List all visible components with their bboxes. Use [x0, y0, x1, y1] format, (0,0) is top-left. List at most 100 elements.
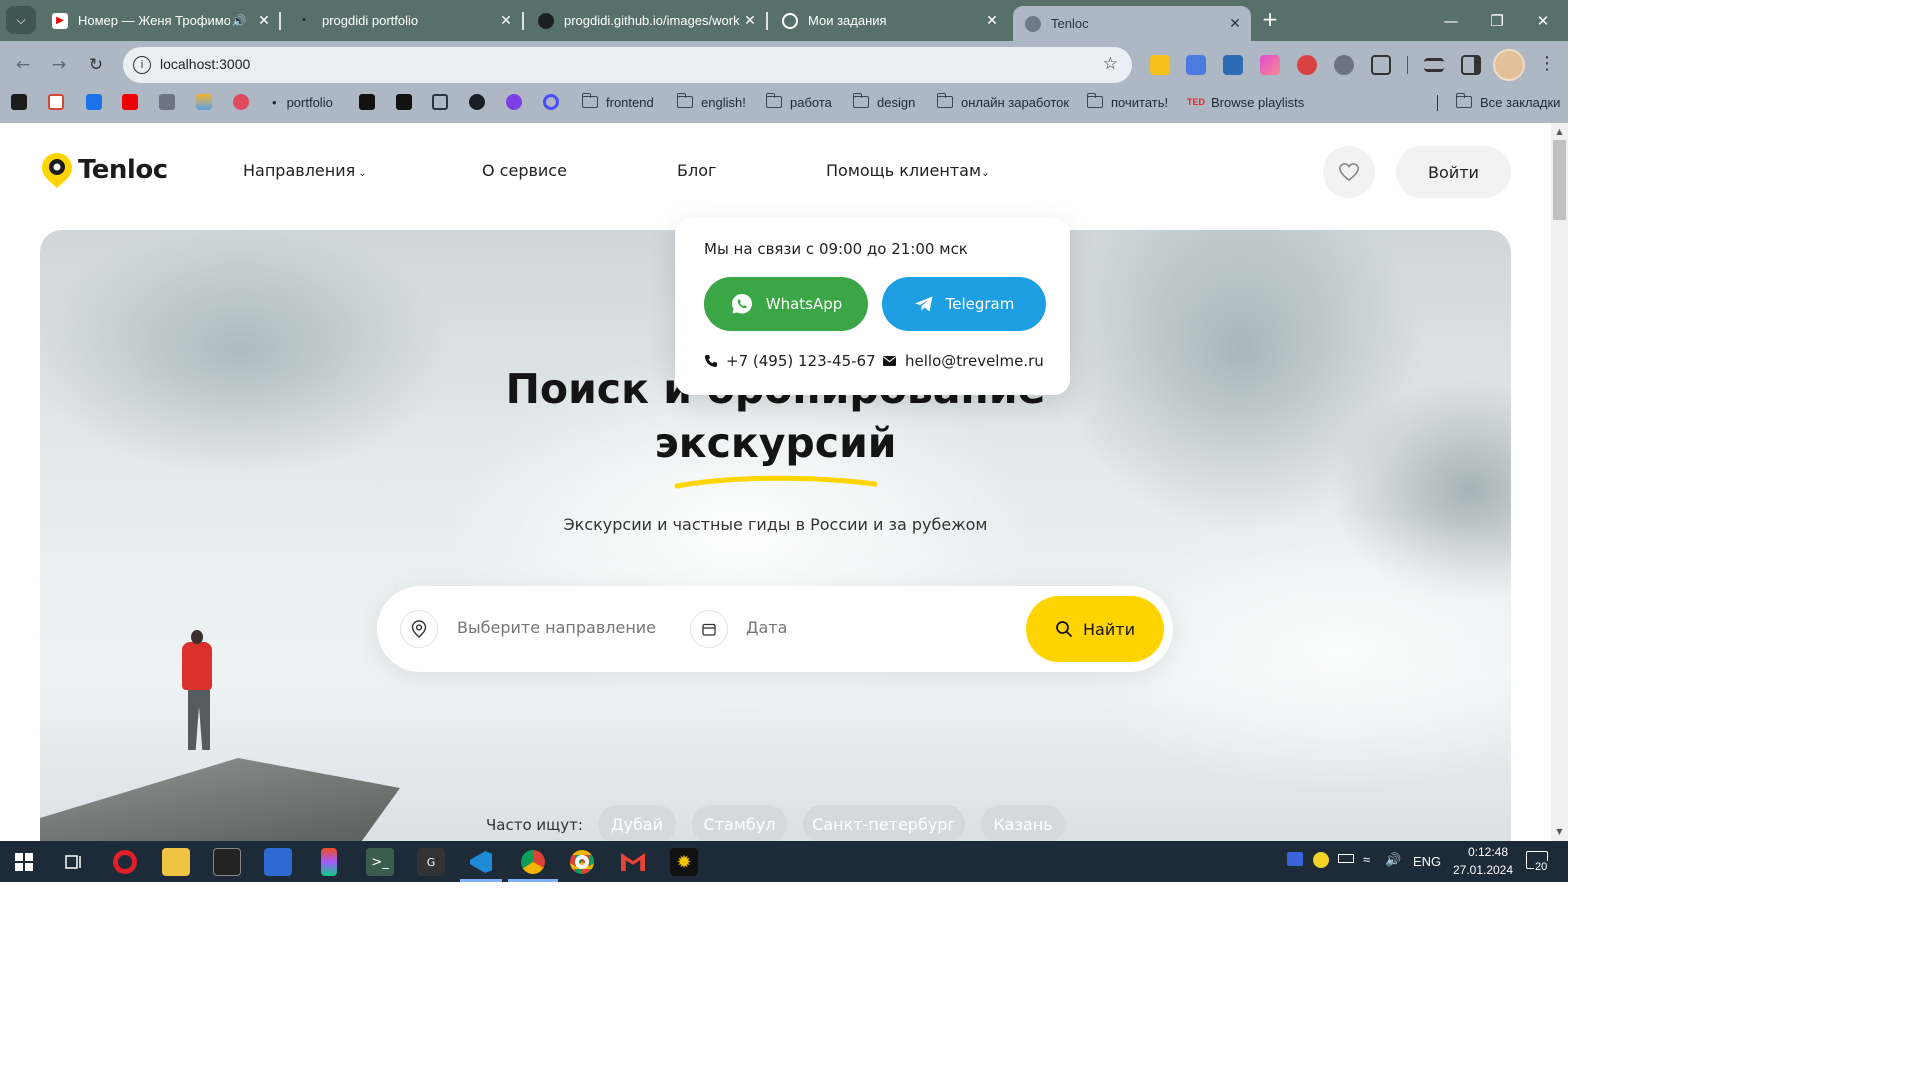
opera-icon[interactable]: [111, 848, 139, 876]
url-text[interactable]: localhost:3000: [160, 56, 250, 72]
bookmark-folder-english[interactable]: english!: [676, 93, 746, 110]
chrome-icon[interactable]: [568, 848, 596, 876]
favorites-button[interactable]: [1323, 146, 1375, 198]
nav-help[interactable]: Помощь клиентам⌄: [826, 161, 989, 180]
volume-icon[interactable]: 🔊: [1385, 852, 1401, 868]
color-extension-icon[interactable]: [1260, 55, 1280, 75]
bookmark-ted-playlists[interactable]: TED Browse playlists: [1187, 94, 1304, 110]
gear-extension-icon[interactable]: [1334, 55, 1354, 75]
close-icon[interactable]: ✕: [496, 13, 516, 29]
popular-chip[interactable]: Дубай: [598, 805, 676, 841]
side-panel-icon[interactable]: [1461, 55, 1481, 75]
gmail-icon[interactable]: [48, 94, 64, 110]
language-indicator[interactable]: ENG: [1413, 854, 1441, 869]
close-icon[interactable]: ✕: [254, 13, 274, 29]
g-app-icon[interactable]: G: [417, 848, 445, 876]
screen-extension-icon[interactable]: [1223, 55, 1243, 75]
stack-icon[interactable]: [196, 94, 212, 110]
window-close-button[interactable]: ✕: [1520, 0, 1566, 41]
minimize-button[interactable]: —: [1428, 0, 1474, 41]
telegram-button[interactable]: Telegram: [882, 277, 1046, 331]
close-icon[interactable]: ✕: [1225, 16, 1245, 32]
scrollbar-thumb[interactable]: [1553, 140, 1566, 220]
nav-about[interactable]: О сервисе: [482, 161, 567, 180]
more-menu-icon[interactable]: ⋮: [1538, 53, 1556, 74]
r-icon[interactable]: [359, 94, 375, 110]
browser-tab[interactable]: Мои задания ✕: [770, 0, 1008, 41]
wifi-icon[interactable]: ≈: [1363, 852, 1370, 867]
popular-chip[interactable]: Стамбул: [692, 805, 787, 841]
scroll-down-arrow[interactable]: ▼: [1551, 825, 1568, 839]
browser-tab[interactable]: • progdidi portfolio ✕: [284, 0, 522, 41]
bookmark-star-icon[interactable]: ☆: [1103, 54, 1118, 74]
gmail-icon[interactable]: [619, 848, 647, 876]
browser-tab[interactable]: ▶ Номер — Женя Трофимов 🔊 ✕: [40, 0, 280, 41]
tab-search-button[interactable]: ⌵: [6, 6, 36, 34]
find-button[interactable]: Найти: [1026, 596, 1164, 662]
chrome-profile-icon[interactable]: [519, 848, 547, 876]
file-explorer-icon[interactable]: [162, 848, 190, 876]
reload-button[interactable]: ↻: [85, 54, 107, 76]
extension-icon[interactable]: [1150, 55, 1170, 75]
s-extension-icon[interactable]: [1297, 55, 1317, 75]
translate-extension-icon[interactable]: [1186, 55, 1206, 75]
new-tab-button[interactable]: +: [1258, 8, 1282, 32]
close-icon[interactable]: ✕: [982, 13, 1002, 29]
address-bar[interactable]: i localhost:3000 ☆: [123, 47, 1132, 83]
code-icon[interactable]: [432, 94, 448, 110]
windows-start-icon[interactable]: [10, 848, 38, 876]
search-circle-icon[interactable]: [543, 94, 559, 110]
tray-app-icon[interactable]: [1287, 852, 1303, 866]
phone-contact[interactable]: +7 (495) 123-45-67: [704, 352, 876, 370]
calendar-icon[interactable]: [86, 94, 102, 110]
browser-tab-active[interactable]: Tenloc ✕: [1013, 6, 1251, 41]
page-scrollbar[interactable]: ▲ ▼: [1551, 123, 1568, 841]
calculator-icon[interactable]: [264, 848, 292, 876]
bookmark-folder-design[interactable]: design: [852, 93, 915, 110]
u-icon[interactable]: [506, 94, 522, 110]
github-icon[interactable]: [469, 94, 485, 110]
tool-icon[interactable]: [159, 94, 175, 110]
console-icon[interactable]: >_: [366, 848, 394, 876]
email-contact[interactable]: hello@trevelme.ru: [883, 352, 1044, 370]
site-info-icon[interactable]: i: [133, 56, 151, 74]
direction-input[interactable]: [457, 618, 667, 637]
bookmark-folder-earnings[interactable]: онлайн заработок: [936, 93, 1069, 110]
media-queue-icon[interactable]: [1424, 58, 1444, 72]
back-button[interactable]: ←: [12, 54, 34, 76]
popular-chip[interactable]: Казань: [981, 805, 1065, 841]
restore-button[interactable]: ❐: [1474, 0, 1520, 41]
bookmark-folder-work[interactable]: работа: [765, 93, 832, 110]
figma-icon[interactable]: [321, 848, 337, 876]
speaker-icon[interactable]: 🔊: [230, 14, 248, 28]
close-icon[interactable]: ✕: [740, 13, 760, 29]
profile-avatar[interactable]: [1493, 49, 1525, 81]
nav-directions[interactable]: Направления ⌄: [243, 161, 367, 180]
site-logo[interactable]: Tenloc: [40, 151, 168, 189]
date-input[interactable]: [746, 618, 946, 637]
task-view-icon[interactable]: [60, 848, 88, 876]
scroll-up-arrow[interactable]: ▲: [1551, 125, 1568, 139]
starburst-app-icon[interactable]: ✹: [670, 848, 698, 876]
tray-plus-icon[interactable]: [1313, 852, 1329, 868]
bookmark-folder-frontend[interactable]: frontend: [581, 93, 654, 110]
codewars-icon[interactable]: [396, 94, 412, 110]
clock[interactable]: 0:12:48 27.01.2024: [1453, 845, 1517, 877]
browser-tab[interactable]: progdidi.github.io/images/work ✕: [526, 0, 766, 41]
youtube-icon[interactable]: [122, 94, 138, 110]
terminal-icon[interactable]: [213, 848, 241, 876]
notifications-button[interactable]: 20: [1526, 851, 1549, 873]
vscode-icon[interactable]: [467, 848, 495, 876]
all-bookmarks[interactable]: Все закладки: [1455, 93, 1560, 110]
forward-button[interactable]: →: [48, 54, 70, 76]
login-button[interactable]: Войти: [1396, 146, 1511, 198]
bookmark-play-icon[interactable]: [11, 94, 27, 110]
whatsapp-button[interactable]: WhatsApp: [704, 277, 868, 331]
extensions-puzzle-icon[interactable]: [1371, 55, 1391, 75]
nav-blog[interactable]: Блог: [677, 161, 716, 180]
battery-icon[interactable]: [1338, 854, 1354, 863]
bookmark-folder-read[interactable]: почитать!: [1086, 93, 1168, 110]
popular-chip[interactable]: Санкт-петербург: [803, 805, 965, 841]
bookmark-portfolio[interactable]: • portfolio: [272, 94, 333, 110]
dribbble-icon[interactable]: [233, 94, 249, 110]
